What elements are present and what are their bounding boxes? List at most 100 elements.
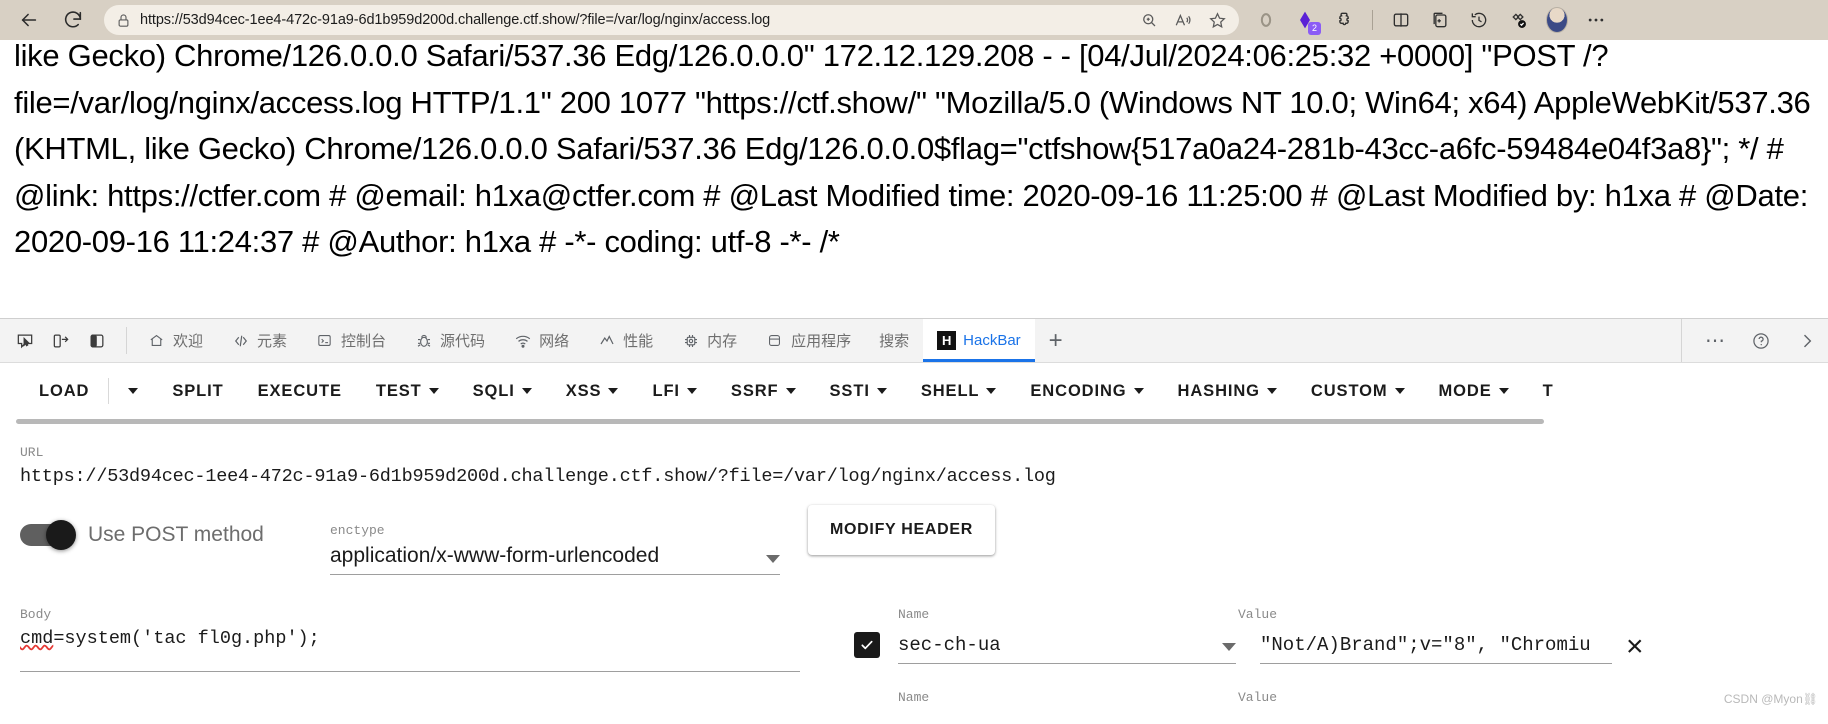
header-name-field: sec-ch-ua — [898, 634, 1236, 664]
menu-ssti[interactable]: SSTI — [813, 382, 904, 401]
code-brackets-icon — [231, 331, 250, 350]
menu-load-dropdown[interactable] — [111, 388, 155, 394]
device-toggle-icon[interactable] — [46, 326, 76, 356]
hackbar-menu-scrollbar[interactable] — [0, 419, 1828, 431]
menu-test[interactable]: TEST — [359, 382, 456, 401]
address-bar-url[interactable]: https://53d94cec-1ee4-472c-91a9-6d1b959d… — [140, 12, 1139, 28]
url-input[interactable]: https://53d94cec-1ee4-472c-91a9-6d1b959d… — [20, 466, 1808, 487]
header-name-select[interactable]: sec-ch-ua — [898, 634, 1236, 664]
header-column-labels: Name Value — [854, 607, 1808, 628]
tab-sources[interactable]: 源代码 — [400, 319, 499, 362]
tab-label: 欢迎 — [173, 333, 204, 350]
body-and-headers-row: Body cmd=system('tac fl0g.php'); Name Va… — [20, 607, 1808, 711]
dock-panel-icon[interactable] — [82, 326, 112, 356]
menu-split[interactable]: SPLIT — [155, 382, 240, 401]
tab-label: 应用程序 — [791, 333, 852, 350]
menu-execute[interactable]: EXECUTE — [241, 382, 359, 401]
menu-encoding[interactable]: ENCODING — [1013, 382, 1160, 401]
modify-header-button[interactable]: MODIFY HEADER — [808, 505, 996, 555]
copilot-icon[interactable]: 2 — [1294, 9, 1321, 35]
zoom-icon[interactable] — [1139, 10, 1159, 30]
tab-elements[interactable]: 元素 — [217, 319, 301, 362]
post-method-toggle[interactable] — [20, 520, 76, 550]
browser-action-icons: 2 — [1255, 7, 1607, 35]
circle-icon[interactable] — [1255, 9, 1277, 31]
scrollbar-thumb[interactable] — [16, 419, 1544, 424]
chevron-down-icon — [428, 388, 439, 394]
refresh-button[interactable] — [56, 3, 90, 37]
menu-xss[interactable]: XSS — [549, 382, 636, 401]
menu-label: T — [1542, 381, 1554, 400]
chevron-down-icon — [1498, 388, 1509, 394]
hackbar-menu-bar: LOAD SPLIT EXECUTE TEST SQLI XSS LFI SSR… — [0, 363, 1828, 419]
menu-label: LOAD — [39, 381, 90, 400]
menu-label: ENCODING — [1030, 381, 1127, 400]
devtools-tab-bar: 欢迎 元素 控制台 源代码 网络 性能 内存 应用程序 搜索 H HackBar… — [0, 319, 1828, 363]
collections-icon[interactable] — [1429, 9, 1451, 31]
chevron-down-icon — [766, 555, 780, 563]
header-enabled-checkbox[interactable] — [854, 632, 880, 658]
profile-avatar[interactable] — [1546, 7, 1568, 33]
tab-network[interactable]: 网络 — [499, 319, 583, 362]
tab-label: 源代码 — [440, 333, 486, 350]
favorites-check-icon[interactable] — [1507, 9, 1529, 31]
favorite-star-icon[interactable] — [1207, 10, 1227, 30]
url-field-label: URL — [20, 445, 44, 460]
tab-application[interactable]: 应用程序 — [751, 319, 865, 362]
menu-label: XSS — [565, 381, 602, 400]
address-bar[interactable]: https://53d94cec-1ee4-472c-91a9-6d1b959d… — [104, 5, 1239, 35]
chevron-down-icon — [1133, 388, 1144, 394]
post-method-toggle-group[interactable]: Use POST method — [20, 520, 330, 550]
help-icon[interactable] — [1746, 326, 1776, 356]
tab-hackbar[interactable]: H HackBar — [923, 319, 1035, 362]
tab-label: 内存 — [707, 333, 738, 350]
menu-load[interactable]: LOAD — [22, 382, 106, 401]
header-value-input[interactable]: "Not/A)Brand";v="8", "Chromiu — [1260, 634, 1612, 664]
menu-shell[interactable]: SHELL — [904, 382, 1014, 401]
tab-label: 网络 — [539, 333, 570, 350]
tab-console[interactable]: 控制台 — [301, 319, 400, 362]
inspect-cursor-icon[interactable] — [10, 326, 40, 356]
headers-area: Name Value sec-ch-ua "Not/A)Brand";v="8"… — [854, 607, 1808, 711]
menu-overflow[interactable]: T — [1526, 382, 1571, 401]
menu-mode[interactable]: MODE — [1422, 382, 1526, 401]
tab-label: 搜索 — [879, 333, 910, 350]
devtools-panel: 欢迎 元素 控制台 源代码 网络 性能 内存 应用程序 搜索 H HackBar… — [0, 318, 1828, 724]
watermark: CSDN @Myon⛓ — [1723, 692, 1818, 706]
chevron-down-icon — [686, 388, 697, 394]
devtools-divider — [126, 327, 127, 354]
enctype-value: application/x-www-form-urlencoded — [330, 544, 660, 567]
menu-hashing[interactable]: HASHING — [1161, 382, 1294, 401]
access-log-output: like Gecko) Chrome/126.0.0.0 Safari/537.… — [14, 40, 1819, 259]
tab-performance[interactable]: 性能 — [583, 319, 667, 362]
add-tab-button[interactable]: + — [1035, 319, 1077, 362]
header-name-value: sec-ch-ua — [898, 634, 1001, 656]
close-devtools-icon[interactable] — [1792, 326, 1822, 356]
enctype-select[interactable]: application/x-www-form-urlencoded — [330, 544, 780, 575]
tab-label: HackBar — [963, 332, 1021, 349]
tab-search[interactable]: 搜索 — [865, 319, 923, 362]
remove-header-icon[interactable]: × — [1626, 632, 1644, 662]
back-button[interactable] — [12, 3, 46, 37]
tab-label: 性能 — [623, 333, 654, 350]
split-screen-icon[interactable] — [1390, 9, 1412, 31]
more-options-icon[interactable]: ⋯ — [1700, 326, 1730, 356]
chevron-down-icon — [876, 388, 887, 394]
menu-label: HASHING — [1177, 381, 1260, 400]
application-storage-icon — [765, 331, 784, 350]
body-input[interactable]: cmd=system('tac fl0g.php'); — [20, 628, 800, 672]
history-icon[interactable] — [1468, 9, 1490, 31]
body-rest: =system('tac fl0g.php'); — [53, 628, 320, 649]
extensions-icon[interactable] — [1333, 9, 1355, 31]
menu-ssrf[interactable]: SSRF — [714, 382, 813, 401]
read-aloud-icon[interactable] — [1173, 10, 1193, 30]
menu-custom[interactable]: CUSTOM — [1294, 382, 1422, 401]
menu-lfi[interactable]: LFI — [635, 382, 713, 401]
menu-sqli[interactable]: SQLI — [456, 382, 549, 401]
tab-memory[interactable]: 内存 — [667, 319, 751, 362]
menu-label: CUSTOM — [1310, 381, 1388, 400]
more-options-icon[interactable] — [1585, 9, 1607, 31]
chevron-down-icon — [1222, 643, 1236, 651]
body-field: Body cmd=system('tac fl0g.php'); — [20, 607, 800, 711]
tab-welcome[interactable]: 欢迎 — [133, 319, 217, 362]
